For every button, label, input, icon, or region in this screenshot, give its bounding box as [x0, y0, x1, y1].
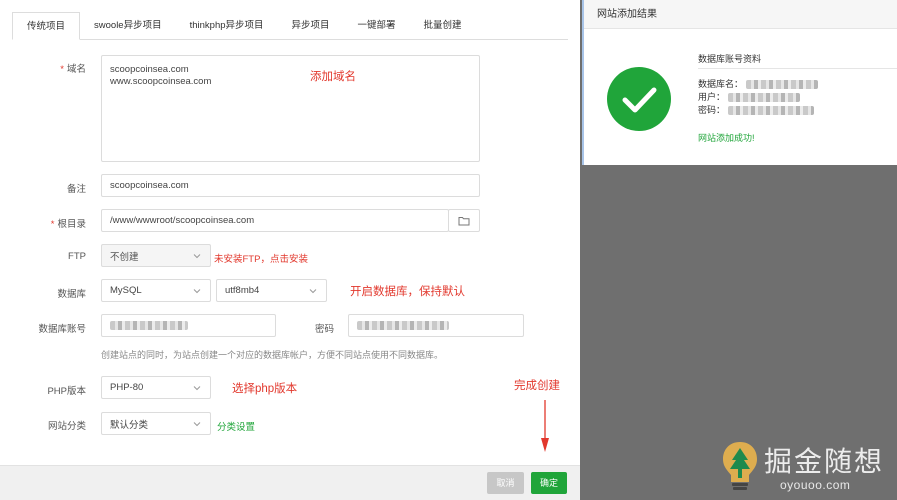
db-type-select[interactable]: MySQL: [101, 279, 211, 302]
category-value: 默认分类: [110, 419, 149, 431]
db-name-row: 数据库名：: [698, 77, 818, 90]
db-charset-select[interactable]: utf8mb4: [216, 279, 327, 302]
domain-line-1: scoopcoinsea.com: [110, 64, 189, 75]
watermark: 掘金随想 oyouoo.com: [720, 440, 892, 496]
success-message: 网站添加成功!: [698, 133, 755, 143]
php-version-select[interactable]: PHP-80: [101, 376, 211, 399]
ftp-select[interactable]: 不创建: [101, 244, 211, 267]
annotation-domain: 添加域名: [310, 71, 356, 83]
confirm-button[interactable]: 确定: [531, 472, 567, 494]
masked-value: [727, 93, 800, 103]
cancel-button[interactable]: 取消: [487, 472, 524, 494]
db-account-label: 数据库账号: [38, 324, 86, 335]
root-input[interactable]: /www/wwwroot/scoopcoinsea.com: [101, 209, 449, 232]
lightbulb-tree-logo-icon: [723, 442, 757, 490]
project-tabs: 传统项目 swoole异步项目 thinkphp异步项目 异步项目 一键部署 批…: [12, 12, 568, 40]
password-row: 密码：: [698, 103, 814, 116]
masked-value: [745, 80, 818, 90]
masked-value: [110, 321, 188, 330]
db-type-value: MySQL: [110, 285, 142, 296]
php-version-value: PHP-80: [110, 382, 144, 393]
user-label: 用户：: [698, 92, 726, 102]
chevron-down-icon: [193, 288, 201, 293]
category-settings-link[interactable]: 分类设置: [217, 419, 255, 433]
domain-line-2: www.scoopcoinsea.com: [110, 76, 212, 87]
password-label: 密码：: [698, 105, 726, 115]
chevron-down-icon: [193, 253, 201, 258]
tab-thinkphp[interactable]: thinkphp异步项目: [176, 12, 278, 40]
divider: [698, 68, 897, 69]
category-label: 网站分类: [47, 421, 86, 432]
chevron-down-icon: [193, 421, 201, 426]
annotation-finish: 完成创建: [514, 380, 560, 392]
php-label: PHP版本: [47, 386, 86, 397]
db-password-label: 密码: [314, 324, 334, 335]
user-row: 用户：: [698, 90, 800, 103]
folder-icon: [458, 216, 470, 225]
tab-async[interactable]: 异步项目: [278, 12, 344, 40]
arrow-down-icon: [541, 400, 549, 452]
masked-value: [727, 106, 814, 116]
success-check-icon: [607, 67, 671, 131]
domain-textarea[interactable]: scoopcoinsea.com www.scoopcoinsea.com: [101, 55, 480, 162]
watermark-url: oyouoo.com: [780, 478, 851, 492]
category-select[interactable]: 默认分类: [101, 412, 211, 435]
tab-swoole[interactable]: swoole异步项目: [80, 12, 176, 40]
db-label: 数据库: [57, 289, 86, 300]
db-hint: 创建站点的同时，为站点创建一个对应的数据库帐户，方便不同站点使用不同数据库。: [101, 350, 444, 360]
annotation-database: 开启数据库，保持默认: [350, 286, 465, 298]
ftp-label: FTP: [68, 251, 86, 262]
modal-section-title: 数据库账号资料: [698, 54, 762, 64]
domain-label: * 域名: [60, 64, 86, 75]
ftp-install-link[interactable]: 未安装FTP，点击安装: [214, 251, 308, 265]
folder-button[interactable]: [448, 209, 480, 232]
db-charset-value: utf8mb4: [225, 285, 260, 296]
note-input[interactable]: scoopcoinsea.com: [101, 174, 480, 197]
tab-batch-create[interactable]: 批量创建: [410, 12, 476, 40]
required-star: *: [50, 219, 55, 230]
db-password-input[interactable]: [348, 314, 524, 337]
ftp-select-value: 不创建: [110, 251, 139, 263]
chevron-down-icon: [309, 288, 317, 293]
site-add-form: 传统项目 swoole异步项目 thinkphp异步项目 异步项目 一键部署 批…: [0, 0, 580, 500]
root-label: * 根目录: [50, 219, 86, 230]
tab-traditional[interactable]: 传统项目: [12, 12, 81, 40]
watermark-title: 掘金随想: [764, 445, 885, 478]
required-star: *: [60, 64, 64, 75]
result-modal: 网站添加结果 数据库账号资料 数据库名： 用户： 密码： 网站添加成功!: [582, 0, 897, 165]
db-name-label: 数据库名：: [698, 79, 744, 89]
modal-title: 网站添加结果: [584, 0, 897, 29]
masked-value: [357, 321, 449, 330]
chevron-down-icon: [193, 385, 201, 390]
note-label: 备注: [66, 184, 86, 195]
tab-one-click-deploy[interactable]: 一键部署: [344, 12, 410, 40]
annotation-php: 选择php版本: [232, 383, 298, 395]
